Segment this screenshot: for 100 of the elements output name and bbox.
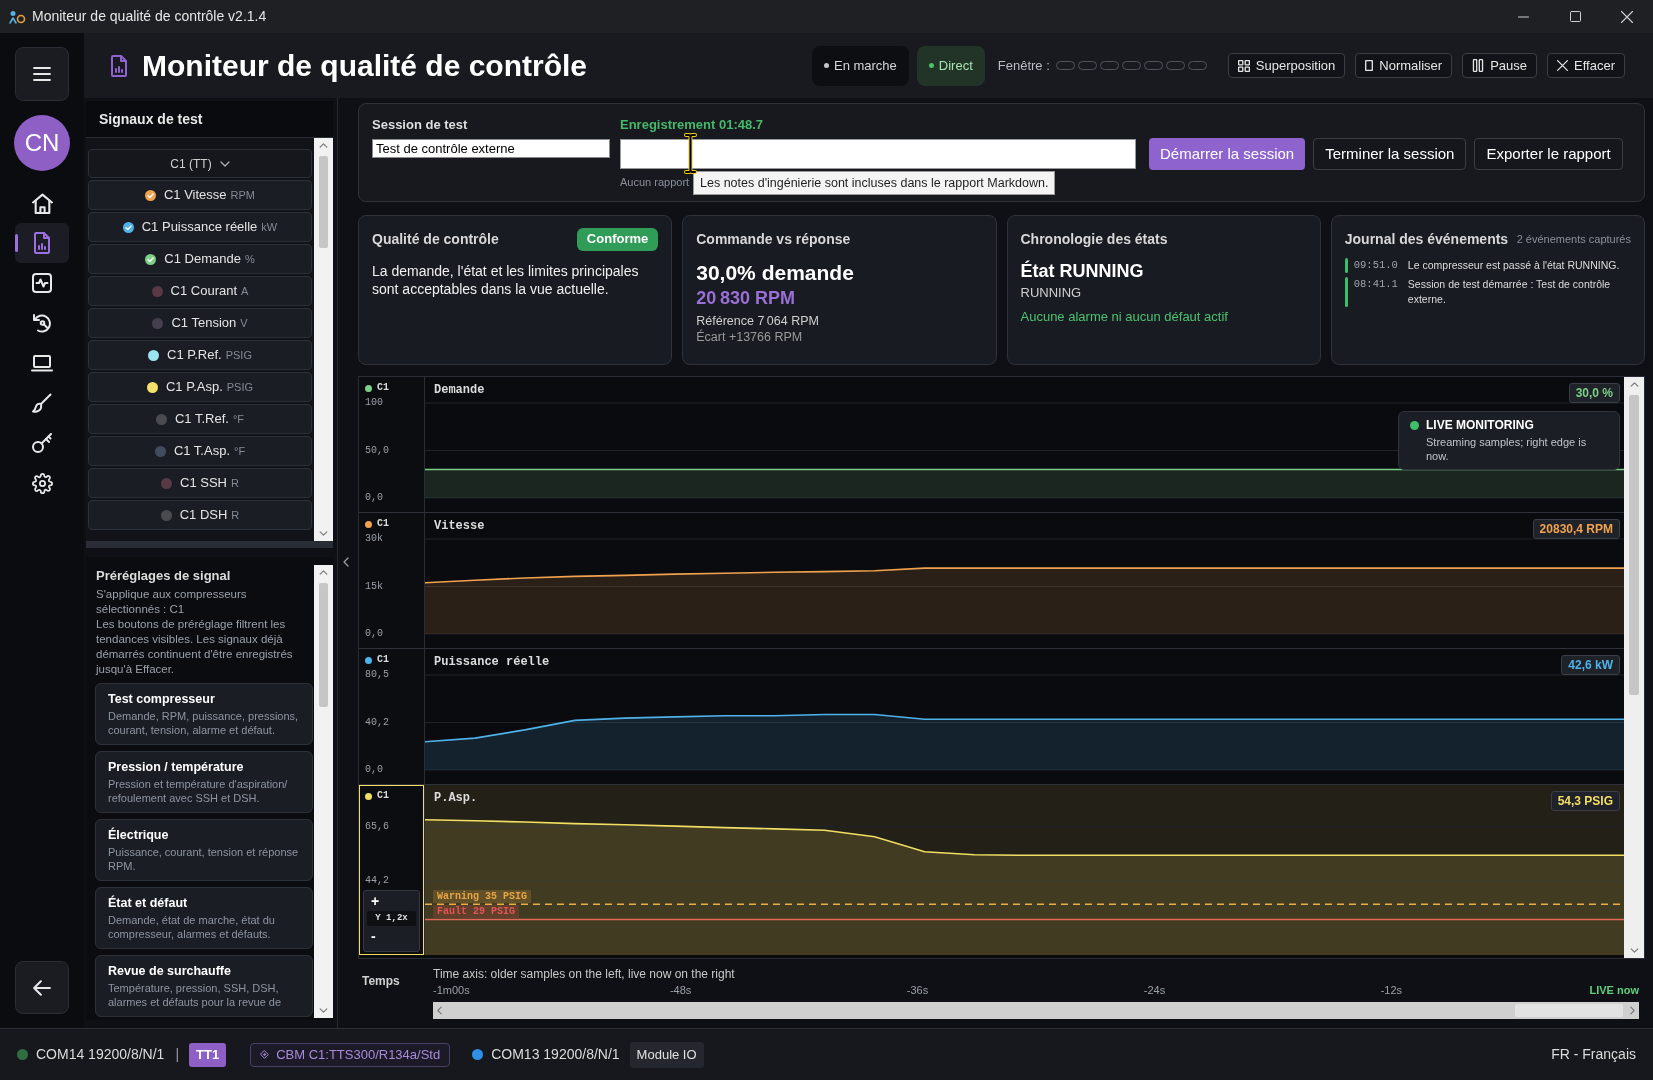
zoom-out-button[interactable]: - <box>371 928 376 945</box>
signal-item[interactable]: C1 Puissance réelle kW <box>88 212 312 242</box>
tooltip: Les notes d'ingénierie sont incluses dans le rapport Markdown. <box>693 171 1056 195</box>
axis-tick-label: 0,0 <box>365 764 383 776</box>
separator: | <box>175 1045 180 1064</box>
preset-button[interactable]: Pression / température Pression et température d'aspiration/ refoulement avec SSH et DSH. <box>95 751 313 813</box>
toolbar-button[interactable]: Pause <box>1462 53 1538 78</box>
scrollbar-thumb[interactable] <box>319 156 328 248</box>
signal-item[interactable]: C1 DSH R <box>88 500 312 530</box>
file-chart-icon <box>33 232 51 254</box>
toolbar-button[interactable]: Effacer <box>1547 53 1625 78</box>
axis-caption: Time axis: older samples on the left, live now on the right <box>433 967 735 982</box>
field-label: Session de test <box>372 117 468 133</box>
home-icon[interactable] <box>31 192 53 214</box>
rotate-arrow-icon[interactable] <box>32 313 52 333</box>
signal-item[interactable]: C1 T.Ref. °F <box>88 404 312 434</box>
chevron-right-icon[interactable] <box>1630 1006 1635 1015</box>
detail-text: Référence 7 064 RPM <box>696 313 820 329</box>
chevron-left-icon[interactable] <box>343 557 349 567</box>
signal-item[interactable]: C1 P.Asp. PSIG <box>88 372 312 402</box>
scrollbar[interactable] <box>433 1002 1639 1019</box>
axis-tick-label: 30k <box>365 533 383 545</box>
scrollbar[interactable] <box>314 565 333 1018</box>
signal-item[interactable]: C1 Vitesse RPM <box>88 180 312 210</box>
signal-item[interactable]: C1 SSH R <box>88 468 312 498</box>
signal-item[interactable]: C1 Demande % <box>88 244 312 274</box>
laptop-icon[interactable] <box>31 354 53 372</box>
preset-button[interactable]: Électrique Puissance, courant, tension et réponse RPM. <box>95 819 313 881</box>
back-button[interactable] <box>15 961 69 1014</box>
time-tick-label: -24s <box>1143 983 1166 998</box>
mode-pill[interactable]: Direct <box>916 45 985 86</box>
grid-icon <box>1237 59 1250 72</box>
chevron-up-icon[interactable] <box>319 143 328 148</box>
state-text: RUNNING <box>1020 285 1083 301</box>
chevron-down-icon[interactable] <box>1629 948 1639 953</box>
event-time: 09:51.0 <box>1353 258 1398 273</box>
chevron-up-icon[interactable] <box>1629 382 1639 387</box>
signal-item[interactable]: C1 Tension V <box>88 308 312 338</box>
rpm-value: 20 830 RPM <box>696 287 796 310</box>
event-count: 2 événements capturés <box>1516 231 1631 247</box>
status-badge: Conforme <box>576 227 659 251</box>
event-text: Session de test démarrée : Test de contrôle externe. <box>1407 277 1612 307</box>
action-button[interactable]: Terminer la session <box>1313 138 1467 170</box>
device-badge: TT1 <box>189 1042 227 1067</box>
group-header[interactable]: C1 (TT) <box>88 149 312 178</box>
card-title: Qualité de contrôle <box>372 230 499 249</box>
zoom-in-button[interactable]: + <box>371 893 380 910</box>
action-button[interactable]: Exporter le rapport <box>1474 138 1623 170</box>
toolbar-button[interactable]: Normaliser <box>1355 53 1453 78</box>
scrollbar-thumb[interactable] <box>1629 395 1639 695</box>
panel-text: Les boutons de préréglage filtrent les tendances visibles. Les signaux déjà démarrés continuent d'être enregistrés jusqu'à Effacer. <box>95 617 294 677</box>
live-dot-icon <box>1410 421 1419 430</box>
signal-item[interactable]: C1 T.Asp. °F <box>88 436 312 466</box>
axis-tick-label: 0,0 <box>365 492 383 504</box>
maximize-icon[interactable] <box>1569 11 1581 22</box>
channel-label: C1 <box>377 382 389 394</box>
axis-tick-label: 65,6 <box>365 820 389 833</box>
channel-label: C1 <box>377 654 389 666</box>
minimize-icon[interactable] <box>1517 15 1529 18</box>
profile-button[interactable]: CBM C1:TTS300/R134a/Std <box>250 1042 451 1067</box>
preset-button[interactable]: Revue de surchauffe Température, pression, SSH, DSH, alarmes et défauts pour la revue de <box>95 955 313 1017</box>
action-button[interactable]: Démarrer la session <box>1149 138 1306 170</box>
headline: État RUNNING <box>1020 259 1145 283</box>
chart-title: P.Asp. <box>434 791 478 805</box>
chevron-up-icon[interactable] <box>319 570 328 575</box>
toolbar-button[interactable]: Superposition <box>1227 53 1346 78</box>
session-name-field[interactable]: Test de contrôle externe <box>372 139 610 158</box>
close-icon[interactable] <box>1621 10 1633 23</box>
status-dot-icon <box>823 63 829 68</box>
toast-title: LIVE MONITORING <box>1426 418 1534 433</box>
notes-field[interactable] <box>620 139 1136 169</box>
panel-title: Signaux de test <box>86 101 333 137</box>
signal-item[interactable]: C1 Courant A <box>88 276 312 306</box>
card-title: Journal des événements <box>1344 230 1509 249</box>
chevron-down-icon[interactable] <box>319 1008 328 1013</box>
preset-button[interactable]: État et défaut Demande, état de marche, état du compresseur, alarmes et défauts. <box>95 887 313 949</box>
file-chart-icon <box>110 54 128 77</box>
time-tick-label: -48s <box>669 983 692 998</box>
pulse-icon[interactable] <box>32 273 52 293</box>
settings-icon[interactable] <box>31 472 53 494</box>
key-icon[interactable] <box>32 433 52 453</box>
alarm-text: Aucune alarme ni aucun défaut actif <box>1020 309 1229 325</box>
card-text: La demande, l'état et les limites principales sont acceptables dans la vue actuelle. <box>372 262 640 298</box>
scrollbar[interactable] <box>314 138 333 541</box>
marker-icon <box>1344 277 1348 307</box>
mode-pill[interactable]: En marche <box>811 45 909 86</box>
scrollbar[interactable] <box>1624 377 1644 958</box>
signal-item[interactable]: C1 P.Ref. PSIG <box>88 340 312 370</box>
diamond-icon <box>260 1050 270 1059</box>
brush-icon[interactable] <box>32 393 52 413</box>
card-title: Chronologie des états <box>1020 230 1169 249</box>
avatar: CN <box>14 115 70 171</box>
reading-badge: 42,6 kW <box>1561 655 1620 675</box>
axis-tick-label: 80,5 <box>365 669 389 681</box>
preset-button[interactable]: Test compresseur Demande, RPM, puissance, pressions, courant, tension, alarme et défaut. <box>95 683 313 745</box>
nav-item[interactable] <box>15 223 69 263</box>
scrollbar-thumb[interactable] <box>319 583 328 707</box>
menu-button[interactable] <box>15 47 69 101</box>
chevron-down-icon[interactable] <box>319 531 328 536</box>
channel-label: C1 <box>377 790 389 802</box>
